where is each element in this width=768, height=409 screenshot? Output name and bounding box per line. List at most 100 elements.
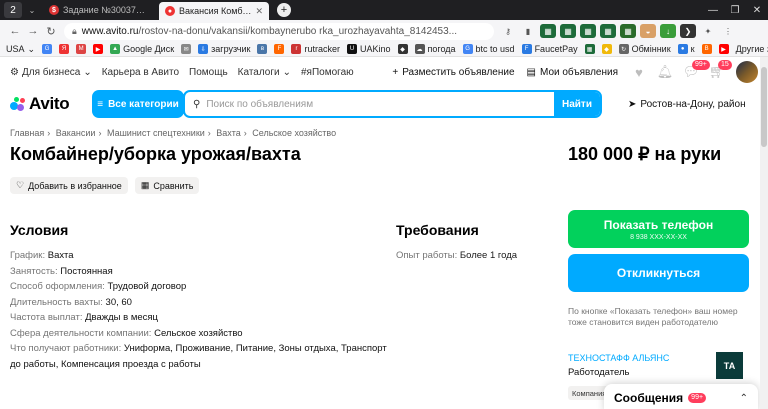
scrollbar-thumb[interactable]	[761, 67, 767, 147]
bookmark-usa[interactable]: USA ⌄	[6, 44, 35, 55]
gmail-icon: M	[76, 44, 87, 54]
bookmark-rutracker[interactable]: r rutracker	[291, 44, 340, 54]
company-name-link[interactable]: ТЕХНОСТАФФ АЛЬЯНС	[568, 353, 669, 363]
back-icon[interactable]: ←	[6, 25, 24, 37]
extension-icon-1[interactable]: ▦	[540, 24, 556, 38]
bookmark-k[interactable]: ● к	[677, 44, 695, 54]
maximize-icon[interactable]: ❐	[724, 5, 746, 16]
url-host: www.avito.ru	[81, 25, 139, 37]
reload-icon[interactable]: ↻	[42, 25, 60, 38]
extension-icon-5[interactable]: ▦	[620, 24, 636, 38]
bookmark-other[interactable]: Другие закладки	[736, 44, 768, 54]
bookmark-icon-7[interactable]: F	[274, 44, 285, 54]
search-button[interactable]: Найти	[554, 92, 600, 116]
requirements-heading: Требования	[396, 222, 479, 238]
loader-icon: ⇩	[198, 44, 209, 54]
bookmark-icon-4[interactable]: ▶	[93, 44, 104, 54]
bookmark-icon-5[interactable]: ✉	[181, 44, 192, 54]
extension-icon-4[interactable]: ▦	[600, 24, 616, 38]
bookmark-icon-11[interactable]: B	[701, 44, 712, 54]
puzzle-icon[interactable]: ✦	[700, 24, 716, 38]
condition-row: Способ оформления: Трудовой договор	[10, 281, 187, 292]
avito-header: Avito ≡ Все категории ⚲ Поиск по объявле…	[0, 87, 768, 121]
forward-icon[interactable]: →	[24, 25, 42, 37]
reply-button[interactable]: Откликнуться	[568, 254, 749, 292]
bookmark-icon-6[interactable]: в	[257, 44, 268, 54]
post-ad-button[interactable]: + Разместить объявление	[392, 67, 514, 78]
terminal-icon[interactable]: ❯	[680, 24, 696, 38]
page-scrollbar[interactable]	[760, 57, 768, 409]
condition-row: Длительность вахты: 30, 60	[10, 296, 132, 308]
new-tab-icon[interactable]: +	[277, 3, 291, 17]
notifications-bell-icon[interactable]: 🔔︎	[657, 64, 674, 79]
bookmark-icon-2[interactable]: Я	[59, 44, 70, 54]
show-phone-button[interactable]: Показать телефон 8 938 XXX-XX-XX	[568, 210, 749, 248]
bookmark-uakino[interactable]: U UAKino	[346, 44, 391, 54]
youtube-icon: ▶	[93, 44, 104, 54]
extension-icons: ⚷ ▮ ▦ ▦ ▦ ▦ ▦ ◒ ↓ ❯ ✦ ⋮	[500, 24, 736, 38]
tab-task[interactable]: $ Задание №3003774 - про	[43, 1, 155, 19]
nav-help[interactable]: Помощь	[189, 67, 228, 78]
breadcrumb-vacancies[interactable]: Вакансии	[56, 128, 96, 138]
location-selector[interactable]: ➤ Ростов-на-Дону, район	[628, 99, 746, 110]
cart-icon[interactable]: 🛒︎ 15	[709, 60, 732, 79]
diamond-icon: ◆	[601, 44, 612, 54]
bookmark-google-drive[interactable]: ▲ Google Диск	[110, 44, 174, 54]
bookmark-btc[interactable]: Gbtc to usd	[462, 44, 515, 54]
search-bar: ⚲ Поиск по объявлениям Найти	[183, 90, 602, 118]
bookmark-icon[interactable]: ▮	[520, 24, 536, 38]
bookmark-icon-8[interactable]: ◆	[397, 44, 408, 54]
extension-icon-2[interactable]: ▦	[560, 24, 576, 38]
close-window-icon[interactable]: ✕	[746, 5, 768, 16]
favorites-heart-icon[interactable]: ♥	[632, 65, 646, 80]
bookmark-icon-1[interactable]: G	[42, 44, 53, 54]
breadcrumb-home[interactable]: Главная	[10, 128, 44, 138]
faucetpay-icon: F	[521, 44, 532, 54]
nav-hashtag[interactable]: #яПомогаю	[301, 67, 354, 78]
bookmark-icon-12[interactable]: ▶	[718, 44, 729, 54]
breadcrumb-operator[interactable]: Машинист спецтехники	[107, 128, 205, 138]
condition-row: Частота выплат: Дважды в месяц	[10, 312, 158, 323]
k-icon: ●	[677, 44, 688, 54]
messages-count-badge: 99+	[688, 393, 707, 403]
bookmark-icon-9[interactable]: ▦	[584, 44, 595, 54]
extension-icon-6[interactable]: ◒	[640, 24, 656, 38]
bookmark-loader[interactable]: ⇩ загрузчик	[198, 44, 250, 54]
all-categories-button[interactable]: ≡ Все категории	[92, 90, 184, 118]
tab-menu-chevron-icon[interactable]: ⌄	[25, 2, 39, 18]
add-favorite-button[interactable]: ♡ Добавить в избранное	[10, 177, 128, 194]
bookmark-icon-10[interactable]: ◆	[601, 44, 612, 54]
bookmark-icon-3[interactable]: M	[76, 44, 87, 54]
bookmark-faucetpay[interactable]: F FaucetPay	[521, 44, 578, 54]
tab-counter[interactable]: 2	[4, 2, 22, 18]
nav-career[interactable]: Карьера в Авито	[102, 67, 179, 78]
extension-icon-3[interactable]: ▦	[580, 24, 596, 38]
download-icon[interactable]: ↓	[660, 24, 676, 38]
nav-business[interactable]: ⚙︎ Для бизнеса ⌄	[10, 67, 92, 78]
key-icon[interactable]: ⚷	[500, 24, 516, 38]
avito-logo[interactable]: Avito	[10, 94, 92, 114]
avatar[interactable]	[736, 61, 758, 83]
chevron-down-icon: ⌄	[83, 66, 92, 78]
search-input[interactable]: ⚲ Поиск по объявлениям	[185, 92, 554, 116]
my-ads-button[interactable]: ▤ Мои объявления	[527, 67, 618, 78]
nav-catalogs[interactable]: Каталоги ⌄	[238, 67, 291, 78]
breadcrumb-agriculture[interactable]: Сельское хозяйство	[252, 128, 336, 138]
tab-avito[interactable]: ● Вакансия Комбайнер/у ✕	[159, 2, 269, 20]
messages-icon[interactable]: 💬︎ 99+	[683, 60, 710, 79]
bookmark-exchanger[interactable]: ↻ Обмінник	[618, 44, 671, 54]
menu-icon[interactable]: ⋮	[720, 24, 736, 38]
minimize-icon[interactable]: —	[702, 5, 724, 16]
breadcrumb-shift[interactable]: Вахта	[216, 128, 240, 138]
avito-favicon-icon: ●	[165, 6, 175, 16]
compare-button[interactable]: ▦ Сравнить	[134, 177, 200, 194]
vk-icon: в	[257, 44, 268, 54]
company-logo[interactable]: ТА	[716, 352, 743, 379]
tab-close-icon[interactable]: ✕	[255, 6, 263, 17]
conditions-heading: Условия	[10, 222, 69, 238]
chevron-up-icon[interactable]: ⌃	[740, 393, 748, 404]
bookmark-weather[interactable]: ☁ погода	[414, 44, 456, 54]
drive-icon: ▲	[110, 44, 121, 54]
messages-panel[interactable]: Сообщения 99+ ⌃	[604, 384, 758, 409]
url-field[interactable]: 🔒︎ www.avito.ru /rostov-na-donu/vakansii…	[64, 22, 494, 40]
